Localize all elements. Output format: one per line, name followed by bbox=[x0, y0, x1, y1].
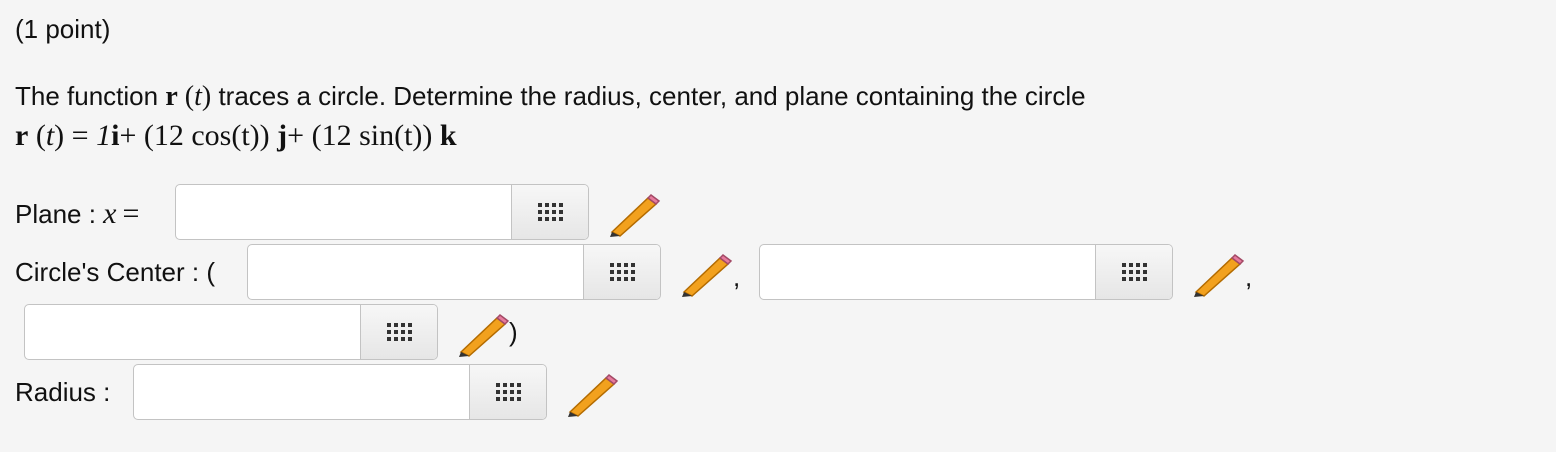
grid-icon bbox=[495, 383, 521, 401]
center-close-paren: ) bbox=[509, 317, 518, 347]
pencil-icon[interactable] bbox=[1190, 252, 1246, 298]
grid-icon bbox=[609, 263, 635, 281]
intro-text-before: The function bbox=[15, 81, 159, 111]
intro-text-after: traces a circle. Determine the radius, c… bbox=[218, 81, 1086, 111]
k-unit: k bbox=[439, 119, 457, 152]
pencil-icon[interactable] bbox=[678, 252, 734, 298]
center-y-input[interactable] bbox=[760, 245, 1095, 299]
question-intro: The function r (t) traces a circle. Dete… bbox=[15, 81, 1086, 112]
pencil-icon[interactable] bbox=[564, 372, 620, 418]
center-x-editor-button[interactable] bbox=[583, 245, 660, 299]
plus-2: + bbox=[287, 119, 305, 152]
function-formula: r (t) = 1i+ (12 cos(t)) j+ (12 sin(t)) k bbox=[15, 119, 457, 152]
points-label: (1 point) bbox=[15, 14, 111, 44]
plus-1: + bbox=[119, 119, 137, 152]
grid-icon bbox=[386, 323, 412, 341]
pencil-icon[interactable] bbox=[606, 192, 662, 238]
func-name: r bbox=[165, 81, 178, 112]
i-coefficient: 1 bbox=[96, 119, 112, 152]
lhs-var: t bbox=[45, 119, 55, 152]
radius-input[interactable] bbox=[134, 365, 469, 419]
plane-var: x bbox=[103, 197, 117, 230]
center-x-field bbox=[247, 244, 661, 300]
center-y-field bbox=[759, 244, 1173, 300]
j-unit: j bbox=[277, 119, 288, 152]
func-var: t bbox=[194, 81, 202, 112]
grid-icon bbox=[1121, 263, 1147, 281]
center-z-field bbox=[24, 304, 438, 360]
j-term: (12 cos(t)) bbox=[143, 119, 270, 152]
radius-answer-field bbox=[133, 364, 547, 420]
center-separator-2: , bbox=[1245, 262, 1253, 292]
plane-answer-field bbox=[175, 184, 589, 240]
intro-function: r (t) bbox=[165, 81, 212, 112]
center-z-editor-button[interactable] bbox=[360, 305, 437, 359]
radius-editor-button[interactable] bbox=[469, 365, 546, 419]
plane-equals: = bbox=[122, 197, 140, 230]
grid-icon bbox=[537, 203, 563, 221]
center-x-input[interactable] bbox=[248, 245, 583, 299]
lhs-name: r bbox=[15, 119, 29, 152]
formula-equals: = bbox=[71, 119, 89, 152]
center-label: Circle's Center : ( bbox=[15, 257, 216, 287]
radius-label: Radius : bbox=[15, 377, 111, 407]
center-separator-1: , bbox=[733, 262, 741, 292]
center-z-input[interactable] bbox=[25, 305, 360, 359]
k-term: (12 sin(t)) bbox=[311, 119, 433, 152]
plane-label-text: Plane : bbox=[15, 199, 104, 229]
plane-x-input[interactable] bbox=[176, 185, 511, 239]
plane-label: Plane : x = bbox=[15, 197, 139, 231]
center-y-editor-button[interactable] bbox=[1095, 245, 1172, 299]
pencil-icon[interactable] bbox=[455, 312, 511, 358]
plane-equation-editor-button[interactable] bbox=[511, 185, 588, 239]
